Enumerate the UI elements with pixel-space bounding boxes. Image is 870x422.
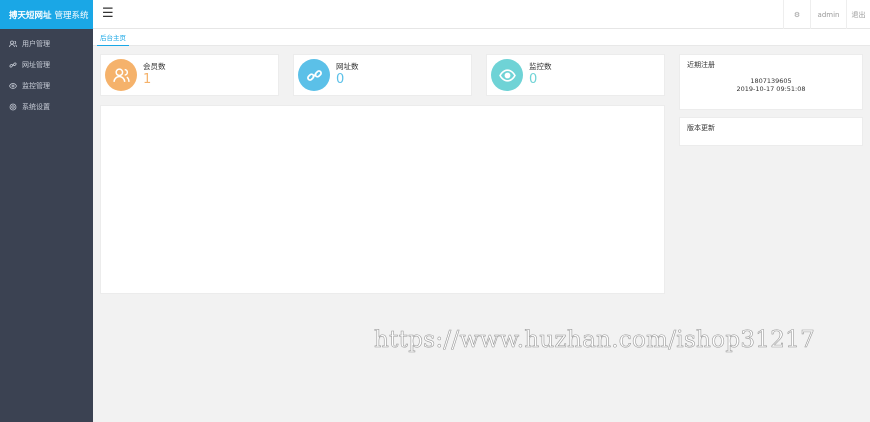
top-header: ☰ ⚙ admin 退出 <box>93 0 870 29</box>
sidebar-item-users[interactable]: 用户管理 <box>0 33 93 54</box>
menu-toggle-icon[interactable]: ☰ <box>102 7 114 21</box>
users-icon <box>9 40 17 48</box>
stat-value: 0 <box>529 72 538 87</box>
sidebar-item-label: 用户管理 <box>22 39 50 48</box>
sidebar-item-settings[interactable]: 系统设置 <box>0 96 93 117</box>
stat-label: 会员数 <box>143 62 166 71</box>
main-content-panel <box>100 105 665 294</box>
stat-value: 0 <box>336 72 345 87</box>
eye-icon <box>491 59 523 91</box>
header-actions: ⚙ admin 退出 <box>783 0 870 29</box>
sidebar-nav: 用户管理 网址管理 监控管理 系统设置 <box>0 33 93 117</box>
tab-home[interactable]: 后台主页 <box>97 29 129 46</box>
gear-icon: ⚙ <box>793 10 801 19</box>
panel-title: 版本更新 <box>687 124 715 132</box>
users-icon <box>105 59 137 91</box>
registration-time: 2019-10-17 09:51:08 <box>736 85 806 93</box>
tab-bar: 后台主页 <box>93 29 870 46</box>
stat-card-members: 会员数 1 <box>100 54 279 96</box>
logout-label: 退出 <box>851 10 866 19</box>
settings-button[interactable]: ⚙ <box>783 0 810 29</box>
sidebar-item-label: 网址管理 <box>22 60 50 69</box>
stat-card-urls: 网址数 0 <box>293 54 472 96</box>
sidebar-item-urls[interactable]: 网址管理 <box>0 54 93 75</box>
brand-logo[interactable]: 搏天短网址 管理系统 <box>0 0 93 29</box>
stat-card-monitors: 监控数 0 <box>486 54 665 96</box>
stat-label: 监控数 <box>529 62 552 71</box>
link-icon <box>9 61 17 69</box>
brand-name: 搏天短网址 <box>9 10 52 21</box>
logout-button[interactable]: 退出 <box>846 0 870 29</box>
registration-user-id: 1807139605 <box>750 77 792 85</box>
username-label: admin <box>817 10 840 19</box>
sidebar-item-label: 监控管理 <box>22 81 50 90</box>
recent-registration-panel: 近期注册 1807139605 2019-10-17 09:51:08 <box>679 54 863 110</box>
link-icon <box>298 59 330 91</box>
version-update-panel: 版本更新 <box>679 117 863 146</box>
stat-label: 网址数 <box>336 62 359 71</box>
sidebar: 搏天短网址 管理系统 用户管理 网址管理 监控管理 系统设置 <box>0 0 93 422</box>
eye-icon <box>9 82 17 90</box>
watermark-text: https://www.huzhan.com/ishop31217 <box>374 327 816 354</box>
user-menu[interactable]: admin <box>810 0 846 29</box>
brand-subtitle: 管理系统 <box>54 10 89 21</box>
stat-value: 1 <box>143 72 152 87</box>
panel-title: 近期注册 <box>687 61 715 69</box>
gear-icon <box>9 103 17 111</box>
sidebar-item-monitor[interactable]: 监控管理 <box>0 75 93 96</box>
sidebar-item-label: 系统设置 <box>22 102 50 111</box>
